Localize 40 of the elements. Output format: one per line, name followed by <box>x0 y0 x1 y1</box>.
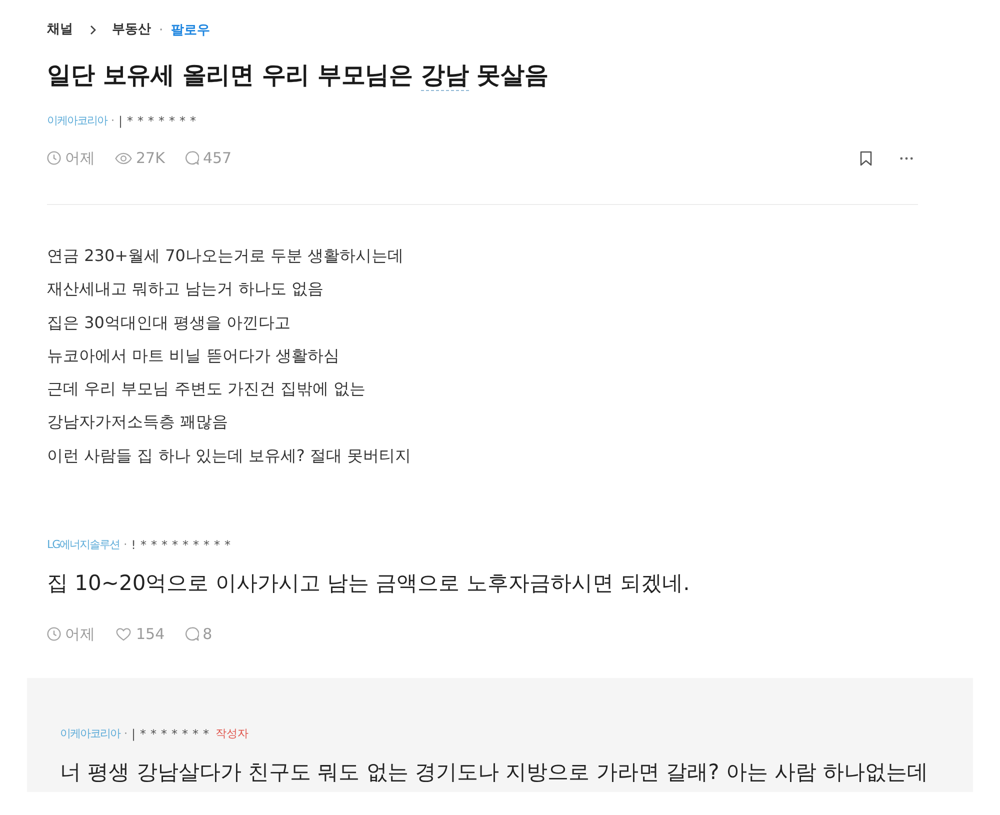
reply-count: 8 <box>202 624 212 644</box>
comment-text: 너 평생 강남살다가 친구도 뭐도 없는 경기도나 지방으로 가라면 갈래? 아는 사람 하나없는데 <box>60 759 930 786</box>
company-name[interactable]: 이케아코리아 <box>60 726 120 742</box>
speech-bubble-icon <box>184 151 199 165</box>
body-text: 연금 230+월세 70나오는거로 두분 생활하시는데 <box>47 245 405 267</box>
bookmark-icon[interactable] <box>860 150 872 166</box>
post-time: 어제 <box>65 148 95 168</box>
separator: · <box>159 22 164 38</box>
user-id: |******* <box>132 726 214 742</box>
channel-link[interactable]: 채널 <box>47 21 73 39</box>
post-title: 일단 보유세 올리면 우리 부모님은 강남 못살음 <box>47 59 550 91</box>
body-text: 강남자가저소득층 꽤많음 <box>47 411 230 434</box>
company-name[interactable]: 이케아코리아 <box>47 113 107 129</box>
heart-icon <box>115 628 132 641</box>
body-text: 뉴코아에서 마트 비닐 뜯어다가 생활하심 <box>47 344 340 367</box>
separator: · <box>124 726 128 742</box>
comment-count: 457 <box>202 148 232 168</box>
keyword-link[interactable]: 강남 <box>420 60 469 91</box>
more-icon[interactable] <box>900 156 913 160</box>
user-id: |******* <box>118 113 201 129</box>
body-text: 근데 우리 부모님 주변도 가진건 집밖에 없는 <box>47 378 367 400</box>
chevron-right-icon <box>90 25 96 35</box>
speech-bubble-icon <box>184 627 199 642</box>
body-text: 재산세내고 뭐하고 남는거 하나도 없음 <box>47 278 324 300</box>
eye-icon <box>115 152 132 164</box>
post-time: 어제 <box>65 624 95 644</box>
board-link[interactable]: 부동산 <box>112 21 151 39</box>
follow-link[interactable]: 팔로우 <box>171 21 210 39</box>
separator: · <box>124 537 128 554</box>
clock-icon <box>47 151 61 165</box>
like-count: 154 <box>136 624 165 644</box>
company-name[interactable]: LG에너지솔루션 <box>47 537 120 554</box>
user-id: !********* <box>131 537 235 554</box>
body-text: 집은 30억대인대 평생을 아낀다고 <box>47 312 292 334</box>
comment-text: 집 10~20억으로 이사가시고 남는 금액으로 노후자금하시면 되겠네. <box>47 570 691 598</box>
separator: · <box>111 113 114 129</box>
body-text: 이런 사람들 집 하나 있는데 보유세? 절대 못버티지 <box>47 444 412 467</box>
author-label: 작성자 <box>216 726 249 742</box>
clock-icon <box>47 627 61 642</box>
view-count: 27K <box>136 148 165 168</box>
